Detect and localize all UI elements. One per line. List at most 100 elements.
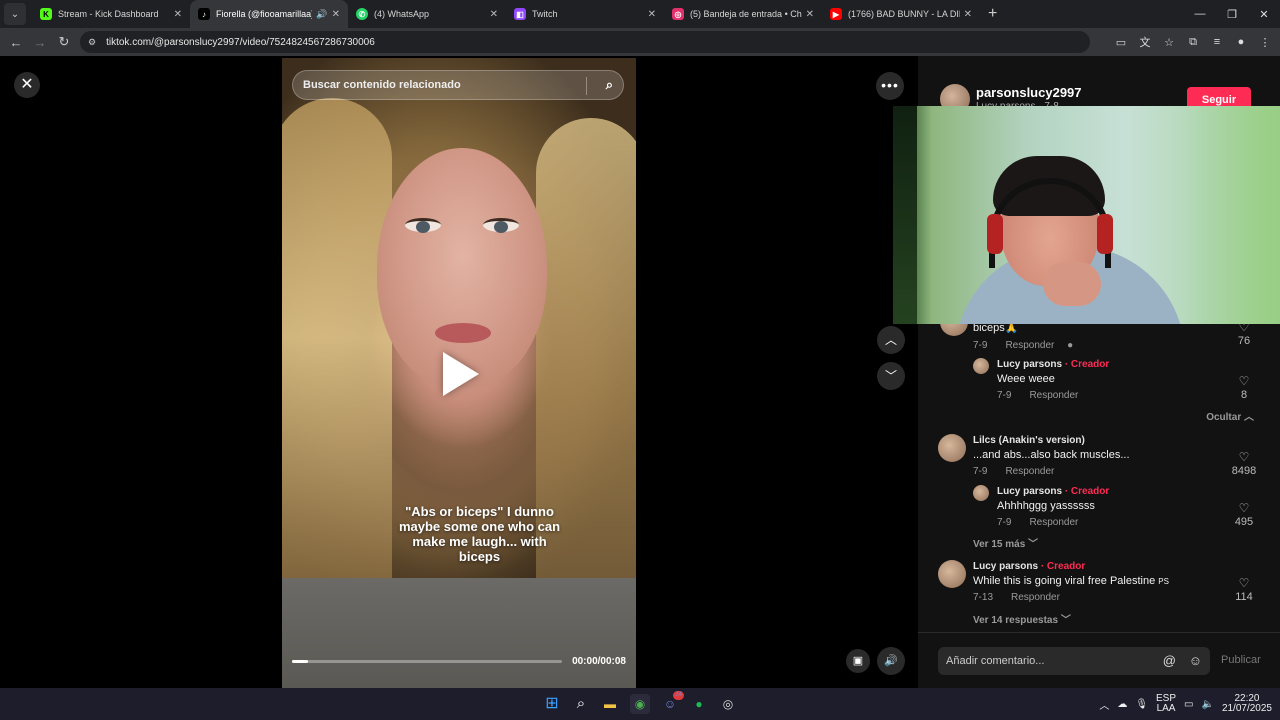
spotify-icon[interactable]: ● — [689, 694, 709, 714]
tab-title: (4) WhatsApp — [374, 9, 430, 19]
close-tab-icon[interactable]: ✕ — [806, 9, 814, 20]
comment-date: 7-13 — [973, 592, 994, 603]
comment-meta: 7-9 Responder — [997, 517, 1078, 528]
tab-title: (5) Bandeja de entrada • Chats — [690, 9, 802, 19]
close-tab-icon[interactable]: ✕ — [174, 9, 182, 20]
heart-icon[interactable]: ♡ — [1224, 501, 1264, 515]
close-video-button[interactable]: ✕ — [14, 72, 40, 98]
volume-icon[interactable]: 🔊 — [877, 647, 905, 675]
obs-icon[interactable]: ◎ — [718, 694, 738, 714]
chrome-icon[interactable]: ◉ — [630, 694, 650, 714]
like-control[interactable]: ♡ 8498 — [1224, 450, 1264, 477]
tray-cloud-icon[interactable]: ☁ — [1117, 699, 1127, 710]
back-icon[interactable]: ← — [4, 35, 28, 50]
forward-icon[interactable]: → — [28, 35, 52, 50]
hide-replies-link[interactable]: Ocultar ︿ — [1206, 408, 1254, 423]
whatsapp-icon: ✆ — [356, 8, 368, 20]
avatar[interactable] — [938, 434, 966, 462]
close-tab-icon[interactable]: ✕ — [490, 9, 498, 20]
previous-video-button[interactable]: ︿ — [877, 326, 905, 354]
heart-icon[interactable]: ♡ — [1224, 450, 1264, 464]
tab-kick[interactable]: K Stream - Kick Dashboard ✕ — [32, 0, 190, 28]
search-icon[interactable]: ⌕ — [571, 694, 591, 714]
reply-link[interactable]: Responder — [1011, 592, 1060, 603]
reply-link[interactable]: Responder — [1029, 390, 1078, 401]
comment-author[interactable]: Lucy parsons · Creador — [997, 486, 1109, 497]
tab-title: Stream - Kick Dashboard — [58, 9, 159, 19]
reload-icon[interactable]: ↻ — [52, 34, 76, 50]
like-control[interactable]: ♡ 76 — [1224, 320, 1264, 347]
video-progress-bar[interactable] — [292, 660, 562, 663]
comment-placeholder: Añadir comentario... — [946, 655, 1045, 667]
comment-author[interactable]: Lucy parsons · Creador — [973, 561, 1085, 572]
close-tab-icon[interactable]: ✕ — [332, 9, 340, 20]
close-window-icon[interactable]: ✕ — [1248, 8, 1280, 21]
related-search-input[interactable]: Buscar contenido relacionado ⌕ — [292, 70, 624, 100]
heart-icon[interactable]: ♡ — [1224, 576, 1264, 590]
translate-icon[interactable]: 文 — [1138, 34, 1152, 50]
discord-icon[interactable]: ☺ 24 — [660, 691, 684, 714]
comment-author[interactable]: Lucy parsons · Creador — [997, 359, 1109, 370]
comment-input[interactable]: Añadir comentario... @ ☺ — [938, 647, 1210, 675]
menu-kebab-icon[interactable]: ⋮ — [1258, 36, 1272, 49]
tab-search-button[interactable]: ⌄ — [4, 3, 26, 25]
heart-icon[interactable]: ♡ — [1224, 374, 1264, 388]
play-icon[interactable] — [443, 352, 479, 396]
input-language[interactable]: ESP LAA — [1156, 694, 1176, 714]
avatar[interactable] — [973, 358, 989, 374]
mention-icon[interactable]: @ — [1163, 647, 1176, 675]
like-control[interactable]: ♡ 114 — [1224, 576, 1264, 603]
tab-title: Fiorella (@fiooamarillaa) | T — [216, 9, 313, 19]
tab-tiktok[interactable]: ♪ Fiorella (@fiooamarillaa) | T 🔊 ✕ — [190, 0, 348, 28]
like-control[interactable]: ♡ 8 — [1224, 374, 1264, 401]
tab-youtube[interactable]: ▶ (1766) BAD BUNNY - LA DIFÍCIL ✕ — [822, 0, 980, 28]
speaker-icon[interactable]: 🔊 — [316, 9, 327, 20]
like-control[interactable]: ♡ 495 — [1224, 501, 1264, 528]
media-control-icon[interactable]: ≡ — [1210, 36, 1224, 48]
network-icon[interactable]: ▭ — [1184, 699, 1193, 710]
microphone-icon[interactable]: 🎙 — [1135, 699, 1148, 710]
instagram-icon: ◎ — [672, 8, 684, 20]
restore-icon[interactable]: ❐ — [1216, 8, 1248, 21]
close-tab-icon[interactable]: ✕ — [964, 9, 972, 20]
comment-author[interactable]: Lilcs (Anakin's version) — [973, 435, 1085, 446]
emoji-icon[interactable]: ☺ — [1189, 647, 1202, 675]
tab-twitch[interactable]: ◧ Twitch ✕ — [506, 0, 664, 28]
address-bar[interactable]: ⚙ tiktok.com/@parsonslucy2997/video/7524… — [80, 31, 1090, 53]
publish-button[interactable]: Publicar — [1221, 654, 1261, 666]
creator-username[interactable]: parsonslucy2997 — [976, 85, 1082, 100]
tray-expand-icon[interactable]: ︿ — [1099, 697, 1109, 712]
reply-link[interactable]: Responder — [1029, 517, 1078, 528]
cast-icon[interactable]: ▭ — [1114, 36, 1128, 49]
tab-instagram[interactable]: ◎ (5) Bandeja de entrada • Chats ✕ — [664, 0, 822, 28]
comment-meta: 7-9 Responder — [997, 390, 1078, 401]
pip-icon[interactable]: ▣ — [846, 649, 870, 673]
tab-whatsapp[interactable]: ✆ (4) WhatsApp ✕ — [348, 0, 506, 28]
clock[interactable]: 22:20 21/07/2025 — [1222, 694, 1272, 714]
tab-title: Twitch — [532, 9, 558, 19]
browser-toolbar: ← → ↻ ⚙ tiktok.com/@parsonslucy2997/vide… — [0, 28, 1280, 56]
site-info-icon[interactable]: ⚙ — [88, 37, 96, 48]
profile-avatar-icon[interactable]: ● — [1234, 36, 1248, 48]
avatar[interactable] — [973, 485, 989, 501]
next-video-button[interactable]: ﹀ — [877, 362, 905, 390]
new-tab-icon[interactable]: + — [988, 5, 997, 23]
close-tab-icon[interactable]: ✕ — [648, 9, 656, 20]
like-count: 495 — [1234, 516, 1254, 528]
volume-tray-icon[interactable]: 🔈 — [1201, 699, 1213, 710]
bookmark-star-icon[interactable]: ☆ — [1162, 36, 1176, 49]
more-options-button[interactable]: ••• — [876, 72, 904, 100]
windows-start-icon[interactable]: ⊞ — [542, 694, 562, 714]
comment-meta: 7-13 Responder — [973, 592, 1060, 603]
reply-link[interactable]: Responder — [1005, 466, 1054, 477]
reply-link[interactable]: Responder — [1005, 340, 1054, 351]
view-replies-link[interactable]: Ver 14 respuestas ﹀ — [973, 611, 1071, 626]
extensions-icon[interactable]: ⧉ — [1186, 36, 1200, 49]
view-more-replies-link[interactable]: Ver 15 más ﹀ — [973, 535, 1038, 550]
minimize-icon[interactable]: — — [1184, 8, 1216, 20]
file-explorer-icon[interactable]: ▬ — [600, 694, 620, 714]
video-player[interactable]: Buscar contenido relacionado ⌕ "Abs or b… — [282, 58, 636, 688]
like-count: 8 — [1240, 389, 1248, 401]
search-icon[interactable]: ⌕ — [606, 77, 613, 93]
avatar[interactable] — [938, 560, 966, 588]
